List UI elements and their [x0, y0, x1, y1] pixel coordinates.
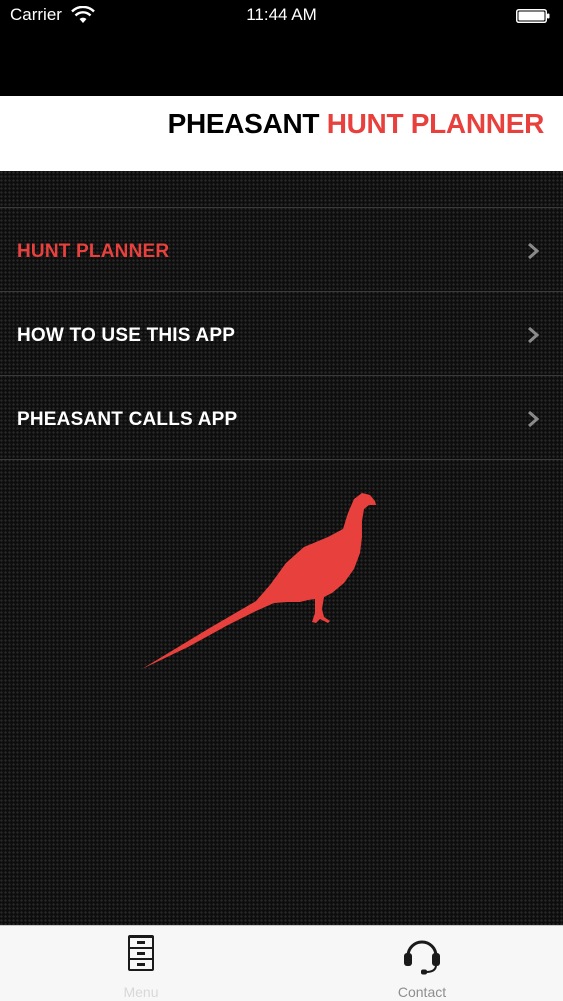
pheasant-silhouette: [142, 493, 376, 669]
main-menu: HUNT PLANNER HOW TO USE THIS APP PHEASAN…: [0, 207, 563, 460]
app-header: PHEASANT HUNT PLANNER: [0, 96, 563, 171]
title-part-hunt-planner: HUNT PLANNER: [326, 108, 545, 139]
title-part-pheasant: PHEASANT: [167, 108, 320, 139]
tab-menu[interactable]: Menu: [0, 926, 282, 1001]
battery-icon: [516, 9, 550, 23]
menu-item-label: HOW TO USE THIS APP: [17, 325, 236, 346]
tab-bar: Menu Contact: [0, 925, 563, 1001]
headset-icon: [404, 940, 440, 975]
menu-item-how-to-use[interactable]: HOW TO USE THIS APP: [0, 292, 563, 376]
menu-item-hunt-planner[interactable]: HUNT PLANNER: [0, 208, 563, 292]
status-bar: Carrier 11:44 AM: [0, 0, 563, 96]
file-cabinet-icon: [128, 935, 154, 971]
menu-item-pheasant-calls[interactable]: PHEASANT CALLS APP: [0, 376, 563, 460]
main-content: HUNT PLANNER HOW TO USE THIS APP PHEASAN…: [0, 171, 563, 925]
chevron-right-icon: [528, 242, 540, 260]
tab-label: Menu: [123, 984, 159, 1000]
chevron-right-icon: [528, 410, 540, 428]
tab-contact[interactable]: Contact: [281, 926, 563, 1001]
menu-item-label: HUNT PLANNER: [17, 241, 170, 262]
menu-item-label: PHEASANT CALLS APP: [17, 409, 238, 430]
status-time: 11:44 AM: [246, 5, 317, 24]
tab-label: Contact: [397, 984, 447, 1000]
chevron-right-icon: [528, 326, 540, 344]
page-title: PHEASANT HUNT PLANNER: [167, 108, 545, 140]
